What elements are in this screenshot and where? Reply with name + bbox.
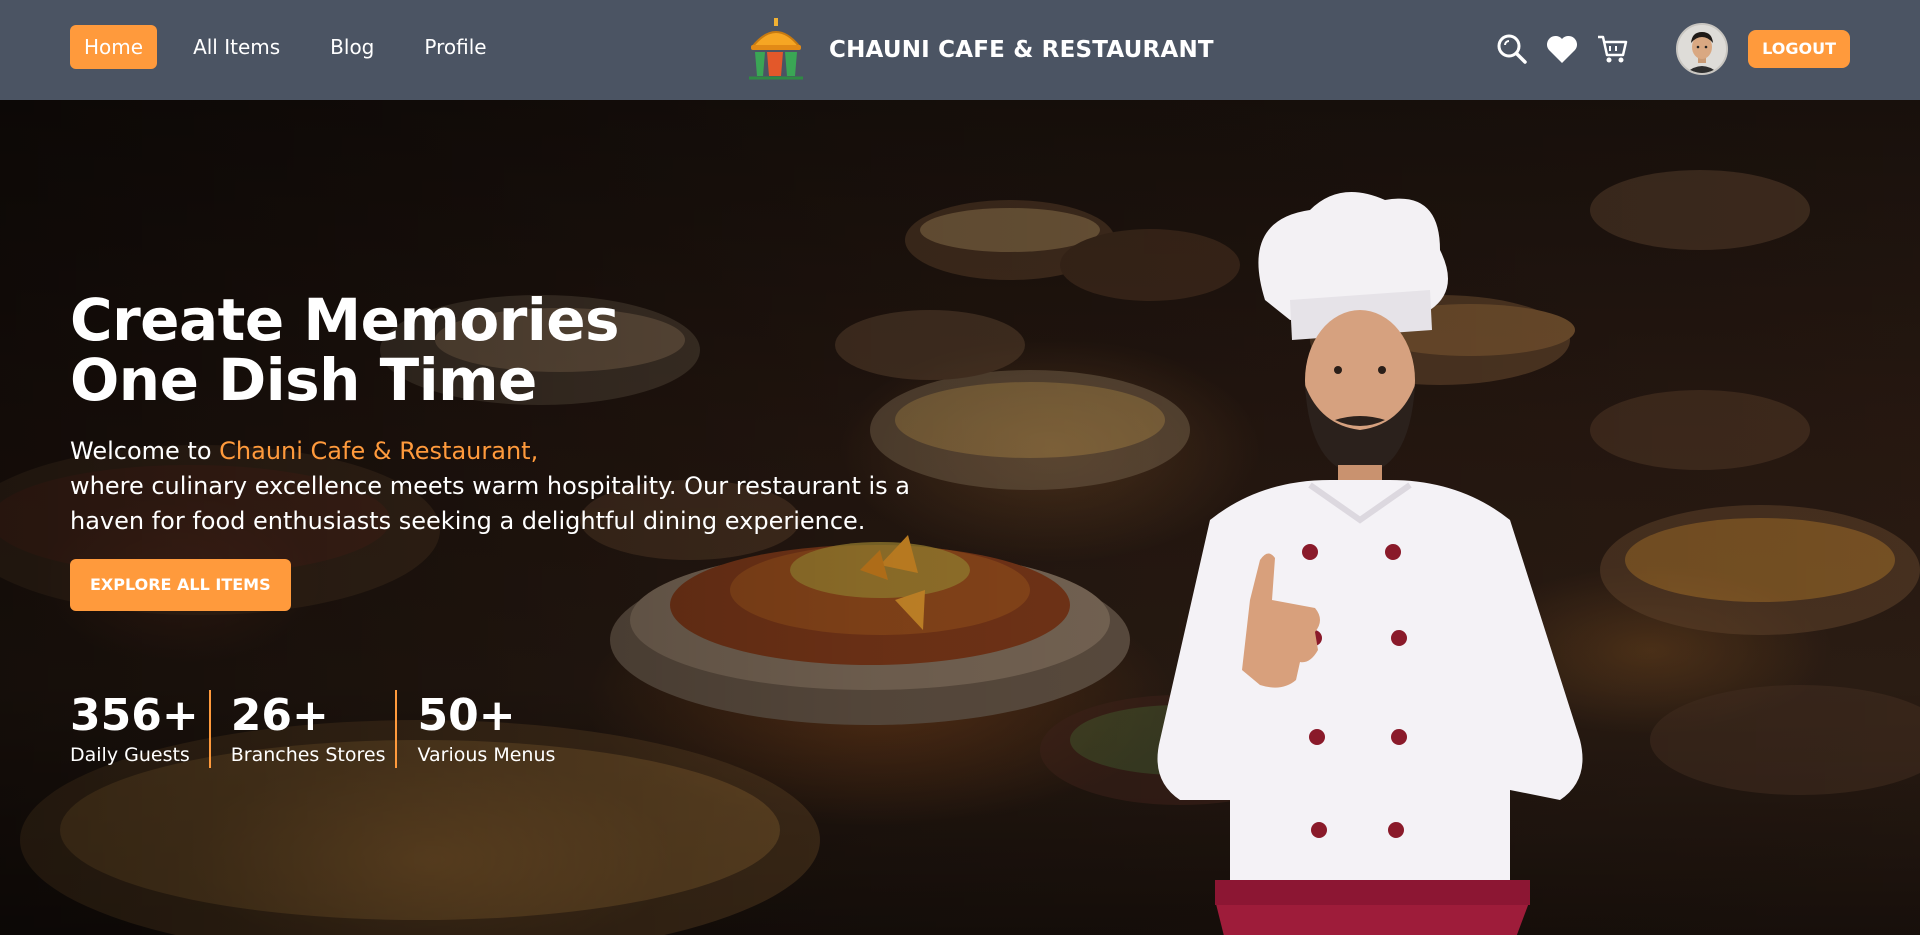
avatar[interactable] bbox=[1676, 23, 1729, 75]
stat-value: 26+ bbox=[230, 690, 329, 741]
stat-label: Daily Guests bbox=[70, 744, 190, 766]
brand-logo-icon bbox=[749, 18, 803, 80]
stat-branches: 26+ Branches Stores bbox=[208, 690, 396, 768]
search-icon[interactable] bbox=[1494, 31, 1530, 67]
nav-link-all-items[interactable]: All Items bbox=[179, 25, 294, 69]
explore-all-items-button[interactable]: EXPLORE ALL ITEMS bbox=[70, 559, 291, 611]
chef-image bbox=[1157, 192, 1583, 935]
hero-headline-line1: Create Memories bbox=[70, 286, 620, 354]
hero-headline: Create Memories One Dish Time bbox=[70, 290, 620, 410]
hero-intro: Welcome to Chauni Cafe & Restaurant, whe… bbox=[70, 434, 970, 539]
intro-prefix: Welcome to bbox=[70, 437, 220, 465]
stat-label: Branches Stores bbox=[230, 744, 386, 766]
brand[interactable]: CHAUNI CAFE & RESTAURANT bbox=[743, 16, 1214, 84]
navbar: Home All Items Blog Profile CHAUNI CAFE … bbox=[0, 0, 1920, 100]
stat-value: 50+ bbox=[417, 690, 516, 741]
stat-menus: 50+ Various Menus bbox=[395, 690, 565, 768]
stat-value: 356+ bbox=[70, 690, 199, 741]
hero-section: Create Memories One Dish Time Welcome to… bbox=[0, 100, 1920, 935]
nav-actions: LOGOUT bbox=[1480, 23, 1850, 75]
hero-headline-line2: One Dish Time bbox=[70, 346, 537, 414]
cart-icon[interactable] bbox=[1594, 31, 1630, 67]
intro-restaurant-name: Chauni Cafe & Restaurant, bbox=[219, 437, 539, 465]
logout-button[interactable]: LOGOUT bbox=[1748, 30, 1850, 68]
nav-link-home[interactable]: Home bbox=[70, 25, 158, 69]
heart-icon[interactable] bbox=[1544, 31, 1580, 67]
stats-row: 356+ Daily Guests 26+ Branches Stores 50… bbox=[70, 690, 565, 768]
nav-link-blog[interactable]: Blog bbox=[316, 25, 388, 69]
brand-name: CHAUNI CAFE & RESTAURANT bbox=[829, 37, 1214, 63]
stat-label: Various Menus bbox=[417, 744, 556, 766]
intro-body: where culinary excellence meets warm hos… bbox=[70, 472, 910, 535]
stat-daily-guests: 356+ Daily Guests bbox=[70, 690, 209, 768]
user-avatar-icon bbox=[1678, 25, 1727, 73]
main-nav: Home All Items Blog Profile bbox=[70, 25, 501, 69]
nav-link-profile[interactable]: Profile bbox=[410, 25, 500, 69]
